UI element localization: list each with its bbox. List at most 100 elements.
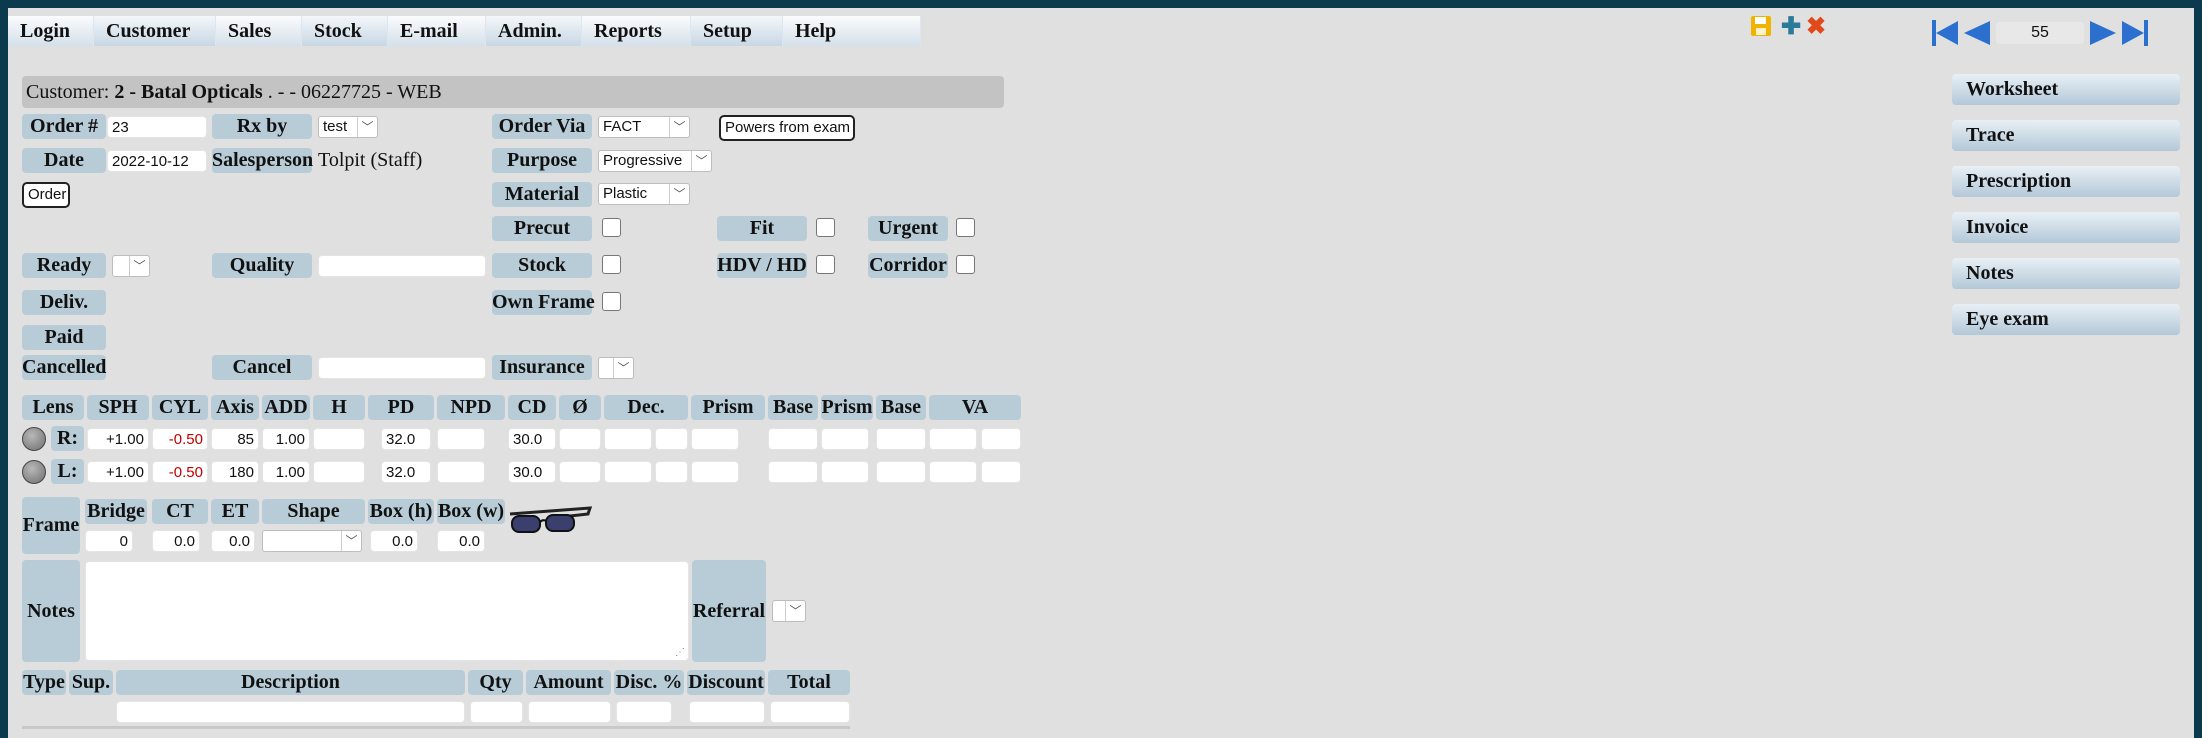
customer-name[interactable]: 2 - Batal Opticals xyxy=(114,81,262,103)
left-dec-input-2[interactable] xyxy=(655,461,688,483)
left-prism1-input[interactable] xyxy=(691,461,739,483)
right-cd-input[interactable]: 30.0 xyxy=(508,428,556,450)
insurance-select[interactable]: ﹀ xyxy=(598,357,634,379)
menu-email[interactable]: E-mail xyxy=(388,16,486,46)
sidebar-trace[interactable]: Trace xyxy=(1952,120,2180,151)
ready-select[interactable]: ﹀ xyxy=(112,255,150,277)
table-divider xyxy=(22,726,850,729)
left-eye-radio[interactable] xyxy=(22,460,46,484)
sidebar-invoice[interactable]: Invoice xyxy=(1952,212,2180,243)
precut-checkbox[interactable] xyxy=(602,218,621,237)
menu-login[interactable]: Login xyxy=(8,16,94,46)
item-qty-input[interactable] xyxy=(470,701,523,723)
right-prism2-input[interactable] xyxy=(821,428,869,450)
powers-from-exam-button[interactable]: Powers from exam xyxy=(719,115,855,141)
material-select[interactable]: Plastic ﹀ xyxy=(598,183,690,205)
purpose-select[interactable]: Progressive ﹀ xyxy=(598,150,712,172)
right-dec-input-2[interactable] xyxy=(655,428,688,450)
prev-page-icon[interactable] xyxy=(1964,21,1990,45)
menu-setup[interactable]: Setup xyxy=(691,16,783,46)
delete-icon[interactable]: ✖ xyxy=(1806,14,1826,40)
box-h-input[interactable]: 0.0 xyxy=(370,530,418,552)
corridor-checkbox[interactable] xyxy=(956,255,975,274)
left-cd-input[interactable]: 30.0 xyxy=(508,461,556,483)
item-total-input[interactable] xyxy=(770,701,850,723)
right-add-input[interactable]: 1.00 xyxy=(262,428,310,450)
menu-admin[interactable]: Admin. xyxy=(486,16,582,46)
order-number-input[interactable]: 23 xyxy=(107,116,207,138)
box-w-input[interactable]: 0.0 xyxy=(437,530,485,552)
menu-stock[interactable]: Stock xyxy=(302,16,388,46)
quality-input[interactable] xyxy=(318,255,486,277)
date-input[interactable]: 2022-10-12 xyxy=(107,150,207,172)
right-pd-input[interactable]: 32.0 xyxy=(381,428,431,450)
next-page-icon[interactable] xyxy=(2090,21,2116,45)
right-cyl-input[interactable]: -0.50 xyxy=(152,428,208,450)
order-via-select[interactable]: FACT ﹀ xyxy=(598,116,690,138)
notes-textarea[interactable]: ⋰ xyxy=(85,561,689,661)
order-button[interactable]: Order xyxy=(22,182,70,208)
left-va-input-1[interactable] xyxy=(929,461,977,483)
stock-checkbox[interactable] xyxy=(602,255,621,274)
menu-customer[interactable]: Customer xyxy=(94,16,216,46)
menu-help[interactable]: Help xyxy=(783,16,921,46)
item-description-input[interactable] xyxy=(116,701,465,723)
menu-sales[interactable]: Sales xyxy=(216,16,302,46)
right-diameter-input[interactable] xyxy=(559,428,601,450)
save-icon[interactable] xyxy=(1749,14,1773,44)
left-sph-input[interactable]: +1.00 xyxy=(87,461,149,483)
bridge-input[interactable]: 0 xyxy=(85,530,133,552)
sidebar-notes[interactable]: Notes xyxy=(1952,258,2180,289)
right-base1-input[interactable] xyxy=(768,428,818,450)
glasses-icon[interactable] xyxy=(508,506,593,548)
urgent-checkbox[interactable] xyxy=(956,218,975,237)
first-page-icon[interactable] xyxy=(1932,20,1958,46)
left-va-input-2[interactable] xyxy=(981,461,1021,483)
lens-header-va: VA xyxy=(929,395,1021,420)
right-va-input-2[interactable] xyxy=(981,428,1021,450)
left-dec-input-1[interactable] xyxy=(604,461,652,483)
left-axis-input[interactable]: 180 xyxy=(211,461,259,483)
shape-select[interactable]: ﹀ xyxy=(262,530,362,552)
referral-select[interactable]: ﹀ xyxy=(772,600,806,622)
right-h-input[interactable] xyxy=(313,428,365,450)
left-cyl-input[interactable]: -0.50 xyxy=(152,461,208,483)
fit-checkbox[interactable] xyxy=(816,218,835,237)
page-number[interactable]: 55 xyxy=(1996,22,2084,44)
item-disc-pct-input[interactable] xyxy=(616,701,672,723)
left-pd-input[interactable]: 32.0 xyxy=(381,461,431,483)
sidebar-worksheet[interactable]: Worksheet xyxy=(1952,74,2180,105)
rx-by-select[interactable]: test ﹀ xyxy=(318,116,378,138)
left-base2-input[interactable] xyxy=(876,461,926,483)
left-add-input[interactable]: 1.00 xyxy=(262,461,310,483)
hdv-hd-checkbox[interactable] xyxy=(816,255,835,274)
right-npd-input[interactable] xyxy=(437,428,485,450)
left-h-input[interactable] xyxy=(313,461,365,483)
left-base1-input[interactable] xyxy=(768,461,818,483)
delivered-label: Deliv. xyxy=(22,290,106,315)
et-input[interactable]: 0.0 xyxy=(211,530,255,552)
add-icon[interactable]: ✚ xyxy=(1781,14,1801,40)
last-page-icon[interactable] xyxy=(2122,20,2148,46)
menu-reports[interactable]: Reports xyxy=(582,16,691,46)
right-sph-input[interactable]: +1.00 xyxy=(87,428,149,450)
right-va-input-1[interactable] xyxy=(929,428,977,450)
frame-header-box-w: Box (w) xyxy=(437,499,505,524)
item-discount-input[interactable] xyxy=(689,701,765,723)
right-axis-input[interactable]: 85 xyxy=(211,428,259,450)
right-base2-input[interactable] xyxy=(876,428,926,450)
ct-input[interactable]: 0.0 xyxy=(152,530,200,552)
right-dec-input-1[interactable] xyxy=(604,428,652,450)
own-frame-checkbox[interactable] xyxy=(602,292,621,311)
left-npd-input[interactable] xyxy=(437,461,485,483)
lens-header-prism1: Prism xyxy=(691,395,765,420)
item-amount-input[interactable] xyxy=(528,701,611,723)
right-eye-radio[interactable] xyxy=(22,427,46,451)
cancel-input[interactable] xyxy=(318,357,486,379)
left-prism2-input[interactable] xyxy=(821,461,869,483)
sidebar-prescription[interactable]: Prescription xyxy=(1952,166,2180,197)
left-diameter-input[interactable] xyxy=(559,461,601,483)
right-prism1-input[interactable] xyxy=(691,428,739,450)
sidebar-eye-exam[interactable]: Eye exam xyxy=(1952,304,2180,335)
resize-handle-icon[interactable]: ⋰ xyxy=(675,647,685,658)
